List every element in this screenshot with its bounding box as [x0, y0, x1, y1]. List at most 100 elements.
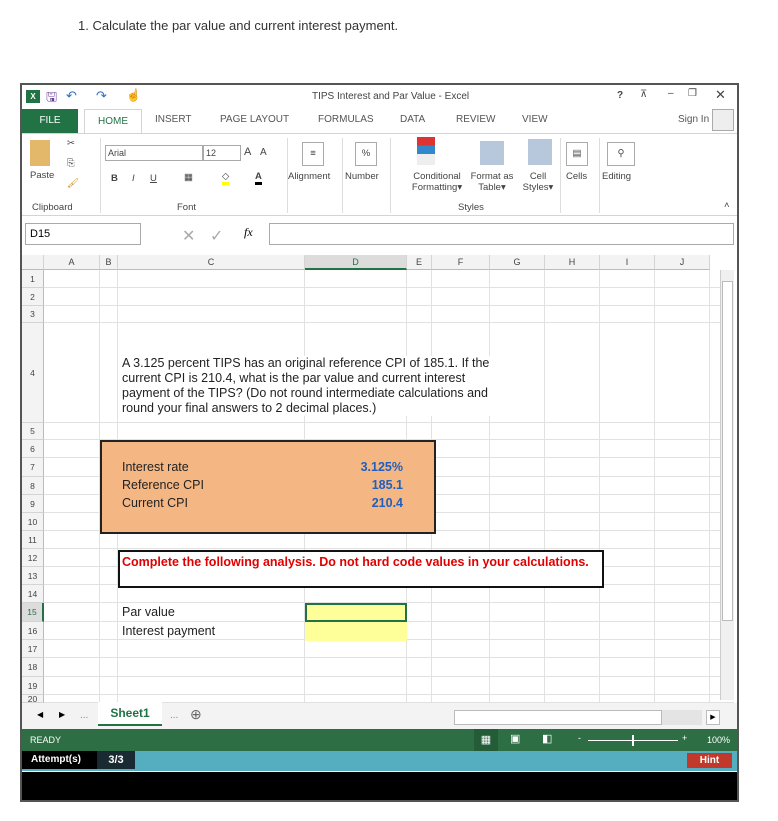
tab-insert[interactable]: INSERT [155, 114, 192, 125]
more-sheets-left[interactable]: ... [80, 710, 88, 721]
column-header-A[interactable]: A [44, 255, 100, 270]
format-painter-icon[interactable]: 🖌 [67, 178, 79, 189]
sheet-tab-sheet1[interactable]: Sheet1 [98, 702, 162, 726]
zoom-in-button[interactable]: + [682, 733, 687, 743]
row-header-9[interactable]: 9 [22, 495, 44, 513]
conditional-formatting-icon[interactable] [417, 137, 435, 165]
row-header-19[interactable]: 19 [22, 677, 44, 695]
scroll-left-sheet-icon[interactable]: ◀ [37, 710, 43, 719]
row-header-16[interactable]: 16 [22, 622, 44, 640]
minimize-button[interactable]: – [668, 88, 674, 99]
row-header-10[interactable]: 10 [22, 513, 44, 531]
vertical-scroll-thumb[interactable] [722, 281, 733, 621]
grow-font-button[interactable]: A [244, 146, 251, 158]
cells-icon[interactable]: ▤ [566, 142, 588, 166]
column-header-B[interactable]: B [100, 255, 118, 270]
normal-view-icon[interactable]: ▦ [474, 729, 498, 751]
page-layout-view-icon[interactable]: ▣ [510, 732, 520, 745]
help-button[interactable]: ? [617, 90, 623, 101]
row-header-7[interactable]: 7 [22, 458, 44, 477]
save-icon[interactable]: 🖫 [46, 88, 57, 110]
column-header-G[interactable]: G [490, 255, 545, 270]
row-header-15[interactable]: 15 [22, 603, 44, 622]
input-value[interactable]: 3.125% [305, 460, 403, 474]
borders-icon[interactable]: ▦ [184, 172, 193, 183]
input-value[interactable]: 185.1 [305, 478, 403, 492]
editing-button[interactable]: Editing [602, 171, 631, 182]
row-header-20[interactable]: 20 [22, 695, 44, 703]
column-header-D[interactable]: D [305, 255, 407, 270]
collapse-ribbon-icon[interactable]: ˄ [724, 200, 730, 211]
row-header-6[interactable]: 6 [22, 440, 44, 458]
hint-button[interactable]: Hint [687, 753, 732, 768]
input-value[interactable]: 210.4 [305, 496, 403, 510]
row-header-5[interactable]: 5 [22, 423, 44, 440]
scroll-right-icon[interactable]: ▶ [706, 710, 720, 725]
insert-function-button[interactable]: fx [244, 225, 253, 240]
tab-home[interactable]: HOME [84, 109, 142, 134]
format-as-table-icon[interactable] [480, 141, 504, 165]
close-button[interactable]: ✕ [715, 87, 726, 103]
user-avatar-icon[interactable] [712, 109, 734, 131]
alignment-button[interactable]: Alignment [288, 171, 330, 182]
row-header-14[interactable]: 14 [22, 585, 44, 603]
new-sheet-icon[interactable]: ⊕ [190, 706, 202, 723]
formula-input[interactable] [269, 223, 734, 245]
cancel-icon[interactable]: ✕ [182, 226, 195, 246]
column-header-C[interactable]: C [118, 255, 305, 270]
column-header-E[interactable]: E [407, 255, 432, 270]
row-header-2[interactable]: 2 [22, 288, 44, 306]
shrink-font-button[interactable]: A [260, 147, 267, 158]
fill-color-icon[interactable]: ◇ [222, 171, 229, 185]
font-size-select[interactable]: 12 [203, 145, 241, 161]
copy-icon[interactable]: ⎘ [67, 158, 75, 169]
restore-button[interactable]: ❐ [688, 88, 697, 99]
column-header-J[interactable]: J [655, 255, 710, 270]
tab-view[interactable]: VIEW [522, 114, 548, 125]
row-header-1[interactable]: 1 [22, 270, 44, 288]
redo-icon[interactable]: ↷ [96, 88, 107, 104]
par-value-input[interactable] [305, 603, 407, 622]
paste-button[interactable]: Paste [30, 170, 54, 181]
row-header-12[interactable]: 12 [22, 549, 44, 567]
cut-icon[interactable]: ✂ [67, 138, 75, 149]
underline-button[interactable]: U [150, 173, 157, 184]
touch-mode-icon[interactable]: ☝ [126, 88, 141, 102]
tab-review[interactable]: REVIEW [456, 114, 495, 125]
sign-in-link[interactable]: Sign In [678, 114, 709, 125]
horizontal-scrollbar[interactable] [454, 710, 662, 725]
row-header-4[interactable]: 4 [22, 323, 44, 423]
enter-icon[interactable]: ✓ [210, 226, 223, 246]
problem-text[interactable]: A 3.125 percent TIPS has an original ref… [122, 356, 512, 416]
tab-page-layout[interactable]: PAGE LAYOUT [220, 114, 289, 125]
cell-styles-button[interactable]: CellStyles▾ [518, 171, 558, 193]
column-header-F[interactable]: F [432, 255, 490, 270]
ribbon-display-icon[interactable]: ⊼ [640, 89, 647, 100]
interest-payment-input[interactable] [305, 622, 407, 641]
font-color-icon[interactable]: A [255, 171, 262, 185]
find-binoculars-icon[interactable]: ⚲ [607, 142, 635, 166]
row-header-3[interactable]: 3 [22, 306, 44, 323]
column-header-I[interactable]: I [600, 255, 655, 270]
scroll-right-sheet-icon[interactable]: ▶ [59, 710, 65, 719]
alignment-icon[interactable]: ≡ [302, 142, 324, 166]
cells-button[interactable]: Cells [566, 171, 587, 182]
tab-file[interactable]: FILE [22, 109, 78, 133]
select-all-button[interactable] [22, 255, 44, 270]
zoom-out-button[interactable]: - [578, 733, 581, 743]
row-header-13[interactable]: 13 [22, 567, 44, 585]
cell-styles-icon[interactable] [528, 139, 552, 165]
column-header-H[interactable]: H [545, 255, 600, 270]
name-box[interactable]: D15 [25, 223, 141, 245]
row-header-18[interactable]: 18 [22, 658, 44, 677]
scrollbar-track[interactable] [662, 710, 702, 725]
zoom-slider-thumb[interactable] [632, 735, 634, 746]
page-break-view-icon[interactable]: ◧ [542, 732, 552, 745]
tab-formulas[interactable]: FORMULAS [318, 114, 374, 125]
row-header-8[interactable]: 8 [22, 477, 44, 495]
tab-data[interactable]: DATA [400, 114, 425, 125]
percent-icon[interactable]: % [355, 142, 377, 166]
paste-icon[interactable] [30, 140, 50, 166]
undo-icon[interactable]: ↶ [66, 88, 77, 104]
italic-button[interactable]: I [132, 173, 135, 184]
